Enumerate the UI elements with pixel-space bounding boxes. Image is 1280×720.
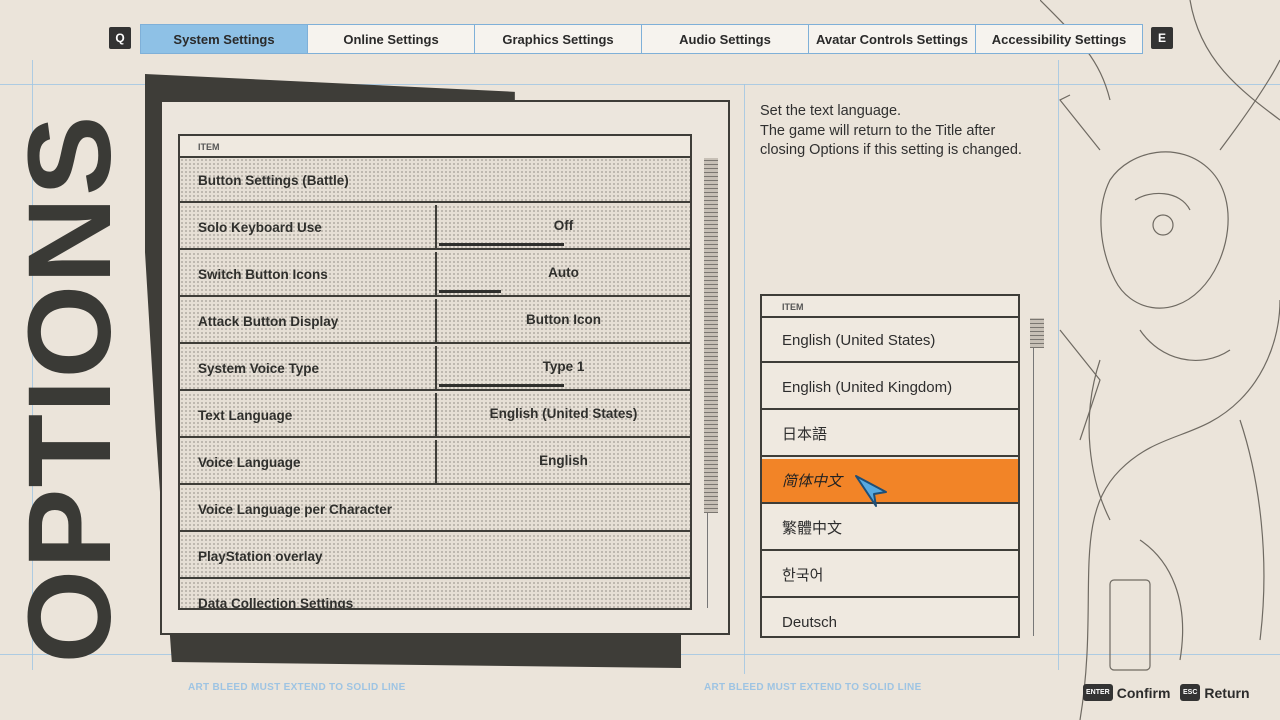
- scroll-thumb[interactable]: [1030, 318, 1044, 348]
- setting-label: Voice Language: [198, 455, 301, 470]
- setting-label: Switch Button Icons: [198, 267, 328, 282]
- option-progress-bar: [439, 290, 688, 293]
- language-option[interactable]: English (United Kingdom): [762, 365, 1018, 410]
- bleed-note-left: ART BLEED MUST EXTEND TO SOLID LINE: [188, 682, 406, 693]
- confirm-button[interactable]: ENTER Confirm: [1083, 684, 1170, 701]
- language-option-label: Deutsch: [782, 614, 838, 631]
- language-list: ITEM English (United States) English (Uni…: [760, 294, 1020, 638]
- setting-value[interactable]: English: [437, 440, 690, 482]
- language-option[interactable]: 繁體中文: [762, 506, 1018, 551]
- tab-audio-settings[interactable]: Audio Settings: [642, 25, 809, 53]
- scroll-thumb[interactable]: [704, 158, 718, 513]
- option-progress-fill: [439, 290, 502, 293]
- tab-graphics-settings[interactable]: Graphics Settings: [475, 25, 642, 53]
- setting-row[interactable]: Switch Button Icons Auto: [180, 252, 690, 297]
- language-list-header-label: ITEM: [782, 302, 804, 312]
- setting-label: Solo Keyboard Use: [198, 220, 322, 235]
- language-option[interactable]: Deutsch: [762, 600, 1018, 636]
- setting-label: Button Settings (Battle): [198, 173, 349, 188]
- language-option-label: 繁體中文: [782, 520, 843, 537]
- setting-row[interactable]: System Voice Type Type 1: [180, 346, 690, 391]
- settings-header-label: ITEM: [198, 142, 220, 152]
- tab-system-settings[interactable]: System Settings: [141, 25, 308, 53]
- setting-row[interactable]: Voice Language per Character: [180, 487, 690, 532]
- setting-row[interactable]: PlayStation overlay: [180, 534, 690, 579]
- guide-line: [744, 84, 745, 674]
- setting-label: Data Collection Settings: [198, 596, 354, 610]
- description-line: The game will return to the Title after: [760, 122, 996, 139]
- setting-label: System Voice Type: [198, 361, 320, 376]
- language-option-label: English (United States): [782, 332, 936, 349]
- language-list-header: ITEM: [762, 296, 1018, 318]
- language-option-label: English (United Kingdom): [782, 379, 953, 396]
- description-line: Set the text language.: [760, 103, 902, 119]
- setting-value[interactable]: English (United States): [437, 393, 690, 435]
- language-scrollbar[interactable]: [1030, 318, 1044, 636]
- bleed-note-right: ART BLEED MUST EXTEND TO SOLID LINE: [704, 682, 922, 693]
- setting-value[interactable]: Button Icon: [437, 299, 690, 341]
- setting-row[interactable]: Data Collection Settings: [180, 581, 690, 610]
- setting-value[interactable]: Auto: [437, 252, 690, 294]
- description-line: closing Options if this setting is chang…: [760, 142, 1022, 158]
- page-title: OPTIONS: [4, 114, 136, 664]
- return-button[interactable]: ESC Return: [1180, 684, 1250, 701]
- setting-label: PlayStation overlay: [198, 549, 323, 564]
- setting-row[interactable]: Voice Language English: [180, 440, 690, 485]
- setting-label: Voice Language per Character: [198, 502, 393, 517]
- enter-key-icon: ENTER: [1083, 684, 1113, 701]
- option-progress-fill: [439, 384, 564, 387]
- settings-header: ITEM: [180, 136, 690, 158]
- options-title-wrap: OPTIONS: [4, 115, 136, 664]
- settings-tab-bar: System Settings Online Settings Graphics S…: [140, 24, 1143, 54]
- tab-avatar-controls-settings[interactable]: Avatar Controls Settings: [809, 25, 976, 53]
- setting-row[interactable]: Text Language English (United States): [180, 393, 690, 438]
- tab-online-settings[interactable]: Online Settings: [308, 25, 475, 53]
- pointer-cursor-icon: [855, 475, 887, 507]
- esc-key-icon: ESC: [1180, 684, 1201, 701]
- settings-table: ITEM Button Settings (Battle) Solo Keyboa…: [178, 134, 692, 610]
- option-progress-bar: [439, 384, 688, 387]
- setting-row[interactable]: Solo Keyboard Use Off: [180, 205, 690, 250]
- setting-value[interactable]: Type 1: [437, 346, 690, 388]
- tab-next-key[interactable]: E: [1151, 27, 1173, 49]
- language-option[interactable]: 日本語: [762, 412, 1018, 457]
- setting-label: Text Language: [198, 408, 293, 423]
- confirm-label: Confirm: [1116, 684, 1171, 701]
- setting-row[interactable]: Attack Button Display Button Icon: [180, 299, 690, 344]
- return-label: Return: [1204, 684, 1250, 701]
- settings-scrollbar[interactable]: [704, 158, 718, 608]
- option-progress-bar: [439, 243, 688, 246]
- language-option-label: 简体中文: [782, 473, 843, 490]
- setting-row[interactable]: Button Settings (Battle): [180, 158, 690, 203]
- tab-prev-key[interactable]: Q: [109, 27, 131, 49]
- setting-description: Set the text language. The game will ret…: [760, 102, 1060, 161]
- language-option[interactable]: 한국어: [762, 553, 1018, 598]
- language-option[interactable]: English (United States): [762, 318, 1018, 363]
- setting-label: Attack Button Display: [198, 314, 339, 329]
- tab-accessibility-settings[interactable]: Accessibility Settings: [976, 25, 1142, 53]
- option-progress-fill: [439, 243, 564, 246]
- character-sketch-art: [1040, 0, 1280, 720]
- setting-value[interactable]: Off: [437, 205, 690, 247]
- language-option-label: 日本語: [782, 426, 828, 443]
- scroll-track: [1033, 318, 1034, 636]
- language-option-label: 한국어: [782, 567, 824, 584]
